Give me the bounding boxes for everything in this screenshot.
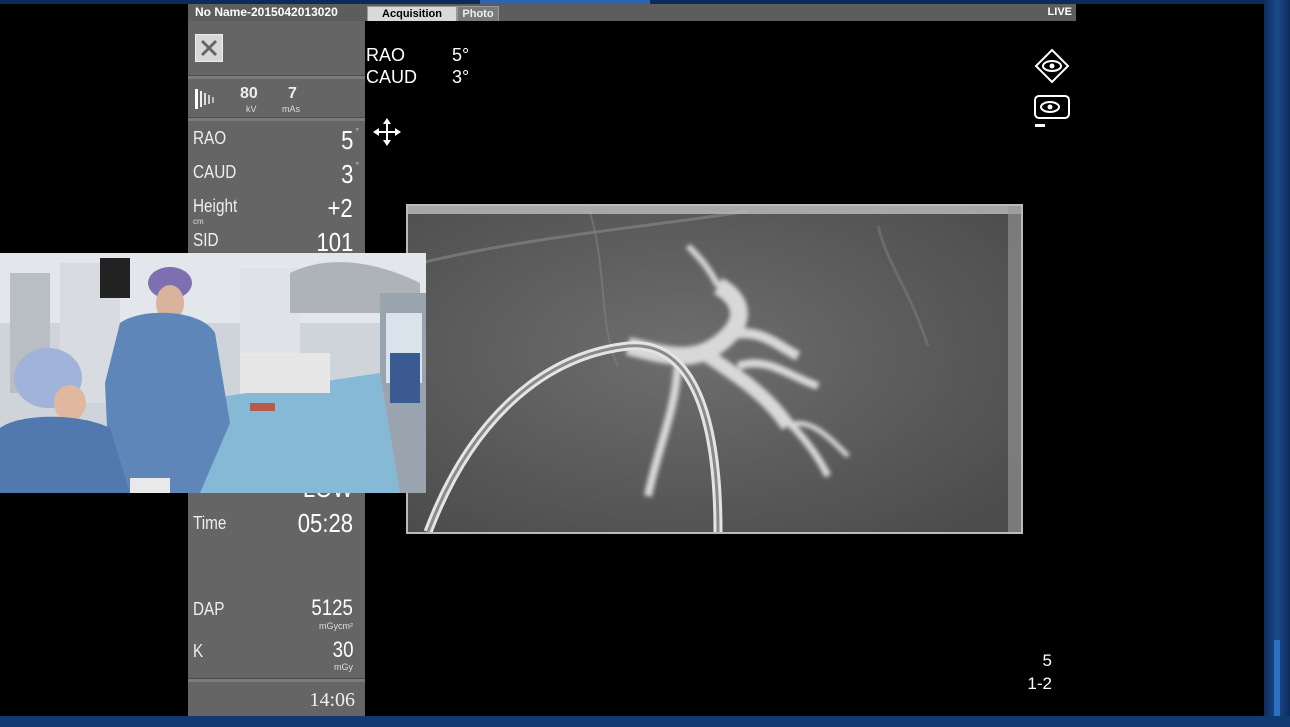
k-value: 30 [332,637,353,662]
mas-unit: mAs [282,104,300,114]
rao-unit: ° [355,127,359,136]
orientation-rao-value: 5° [452,45,470,65]
room-camera-image [0,253,426,493]
kv-value: 80 [240,85,258,102]
dap-value: 5125 [311,595,353,620]
angiogram-svg [408,206,1021,532]
close-icon [200,39,218,57]
close-button[interactable] [195,34,223,62]
frame-number: 5 [1042,651,1052,670]
bottom-frame [0,716,1290,727]
tab-acquisition[interactable]: Acquisition [367,6,457,21]
move-icon[interactable] [372,116,402,148]
k-label: K [193,641,204,661]
header-bar: No Name-2015042013020 Acquisition Photo … [188,4,1076,21]
height-value: +2 [327,193,353,223]
time-label: Time [193,513,227,533]
orientation-caud-value: 3° [452,67,470,87]
sid-label: SID [193,230,219,250]
caud-unit: ° [355,161,359,170]
caud-label: CAUD [193,162,237,182]
dap-label: DAP [193,599,225,619]
eye-diamond-icon[interactable] [1034,48,1070,84]
orientation-rao-label: RAO [366,45,406,65]
tab-photo[interactable]: Photo [457,6,499,21]
live-indicator: LIVE [1047,6,1072,18]
mas-value: 7 [288,85,297,102]
orientation-rao: RAO 5° [366,45,469,66]
camera-eye-icon[interactable] [1032,94,1072,130]
rao-label: RAO [193,128,227,148]
xray-tube-icon [195,89,214,109]
room-camera-feed[interactable] [0,253,426,493]
dap-unit: mGycm² [319,621,353,631]
clock: 14:06 [309,689,355,711]
fluoroscopy-image[interactable] [406,204,1023,534]
exposure-params: 80 kV 7 mAs [194,85,359,115]
series-range: 1-2 [1027,674,1052,693]
study-name: No Name-2015042013020 [195,5,338,19]
caud-value: 3 [340,159,353,189]
orientation-caud-label: CAUD [366,67,418,87]
height-unit: cm [193,217,204,226]
time-value: 05:28 [297,508,353,538]
k-unit: mGy [334,662,353,672]
orientation-caud: CAUD 3° [366,67,469,88]
kv-unit: kV [246,104,257,114]
right-frame [1264,0,1290,727]
rao-value: 5 [340,125,353,155]
scrollbar[interactable] [1274,640,1280,727]
height-label: Height [193,196,238,216]
